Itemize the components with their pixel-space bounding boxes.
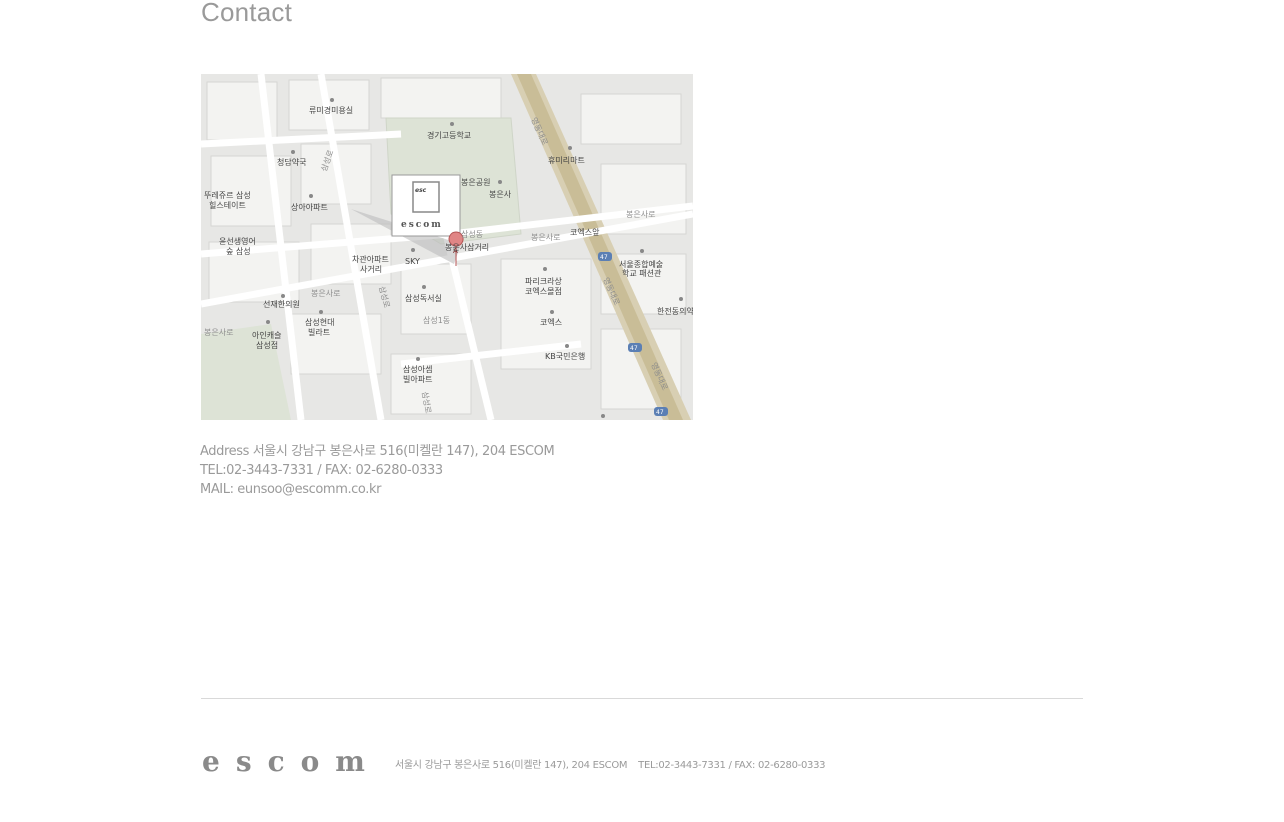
map-poi-label: 선재한의원	[263, 299, 300, 309]
footer-phone: TEL:02-3443-7331 / FAX: 02-6280-0333	[638, 760, 826, 771]
map-poi-label: 빌라트	[308, 327, 330, 337]
map-poi-label: 삼성아셈	[403, 364, 432, 374]
callout-logo-text: escom	[401, 220, 443, 230]
map-poi-label: 봉은사	[489, 190, 512, 199]
map-poi-label: 한전동의약	[657, 306, 693, 316]
map-poi-label: 코엑스	[540, 317, 562, 327]
footer-info: 서울시 강남구 봉은사로 516(미켈란 147), 204 ESCOM TEL…	[395, 756, 826, 771]
map-poi-label: KB국민은행	[545, 351, 585, 361]
map-poi-label: 휴미리마트	[548, 156, 585, 165]
footer-address: 서울시 강남구 봉은사로 516(미켈란 147), 204 ESCOM	[395, 760, 628, 771]
map-poi-label: 봉은공원	[461, 178, 490, 187]
map-poi-label: 뚜레쥬르 삼성	[204, 190, 251, 200]
contact-mail[interactable]: MAIL: eunsoo@escomm.co.kr	[200, 480, 554, 499]
contact-phone: TEL:02-3443-7331 / FAX: 02-6280-0333	[200, 463, 443, 478]
map-poi-label: 삼성점	[256, 340, 278, 350]
map-poi-label: 윤선생영어	[219, 236, 256, 246]
map-poi-label: 류미경미용실	[309, 105, 353, 115]
map-poi-label: 사거리	[360, 265, 382, 274]
map-poi-label: 코엑스앞	[570, 227, 600, 237]
footer-divider	[201, 698, 1083, 699]
route-shield-label: 47	[600, 254, 608, 261]
map-poi-label: 서울종합예술	[619, 259, 663, 269]
map-poi-label: 청담약국	[277, 157, 306, 167]
contact-info: Address 서울시 강남구 봉은사로 516(미켈란 147), 204 E…	[200, 442, 555, 499]
map-poi-label: 학교 패션관	[622, 268, 662, 278]
map-road-label: 봉은사로	[531, 233, 560, 242]
map-poi-label: 숲 삼성	[226, 246, 251, 256]
map-road-label: 봉은사로	[204, 328, 233, 337]
map-poi-label: 경기고등학교	[427, 130, 471, 140]
map-road-label: 봉은사로	[311, 289, 340, 298]
map-poi-label: 삼성독서실	[405, 293, 442, 303]
map-poi-label: 코엑스몰점	[525, 286, 562, 296]
page-title: Contact	[201, 0, 293, 27]
map-poi-label: 상아아파트	[291, 202, 328, 212]
map-poi-label: 빌아파트	[403, 374, 432, 384]
callout-small-text: esc	[415, 187, 427, 194]
route-shield-label: 47	[656, 409, 664, 416]
map-poi-label: 차관아파트	[352, 254, 389, 264]
map-poi-label: 삼성현대	[305, 317, 334, 327]
route-shield-label: 47	[630, 345, 638, 352]
footer-logo: escom	[202, 745, 381, 778]
map-poi-label: SKY	[405, 257, 420, 266]
map-poi-label: 힐스테이트	[209, 200, 246, 210]
map-poi-label: 파리크라상	[525, 276, 562, 286]
contact-address: Address 서울시 강남구 봉은사로 516(미켈란 147), 204 E…	[200, 444, 555, 459]
map-poi-label: 삼성동	[461, 229, 483, 239]
map-graphic: esc escom A 47 47 47 류미경미용실 경기고등학교 청담약국 …	[201, 74, 693, 420]
map-poi-label: 아인캐슬	[252, 330, 281, 340]
map-poi-label: 봉은사삼거리	[445, 242, 489, 252]
location-map[interactable]: esc escom A 47 47 47 류미경미용실 경기고등학교 청담약국 …	[201, 74, 693, 420]
map-road-label: 봉은사로	[626, 210, 655, 219]
map-poi-label: 삼성1동	[423, 315, 450, 325]
